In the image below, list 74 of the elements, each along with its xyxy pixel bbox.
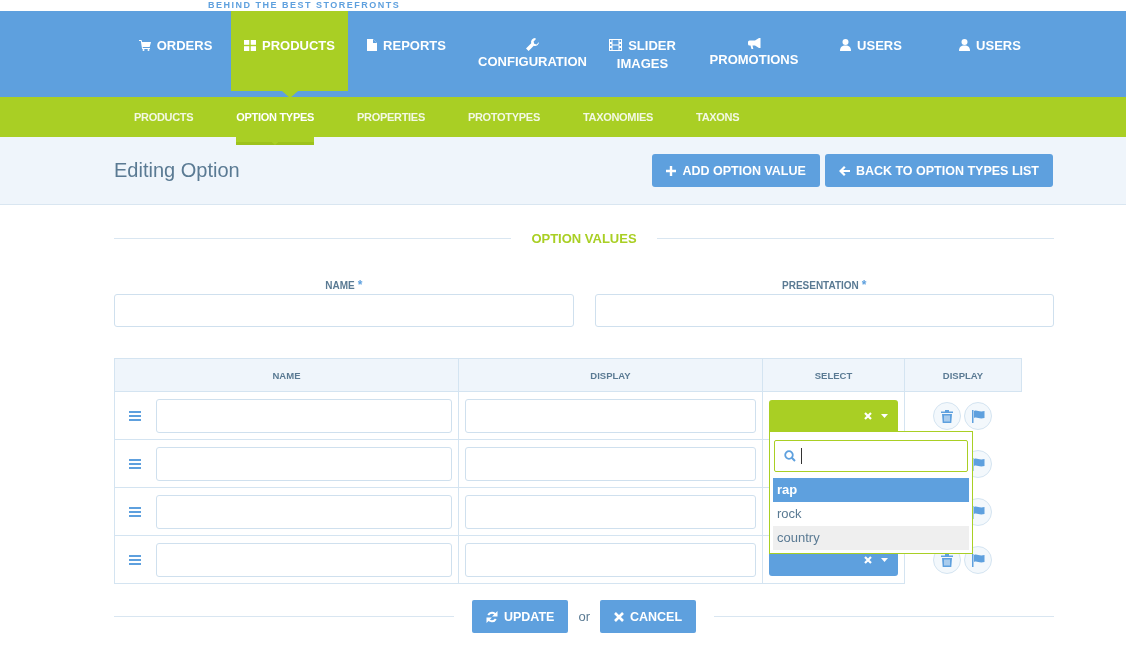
column-header: SELECT	[763, 358, 905, 392]
input-field[interactable]	[114, 294, 574, 327]
nav-tab[interactable]: USERS	[823, 11, 919, 97]
trash-icon	[941, 553, 953, 567]
clear-icon	[864, 555, 872, 564]
refresh-icon	[485, 610, 498, 623]
subnav-tab[interactable]: PRODUCTS	[134, 110, 194, 124]
file-icon	[367, 39, 378, 51]
subnav-tab[interactable]: PROTOTYPES	[467, 110, 540, 124]
dropdown-option[interactable]: rock	[773, 502, 969, 526]
nav-tab[interactable]: SLIDER IMAGES	[600, 11, 685, 97]
select-dropdown[interactable]	[769, 399, 898, 432]
field-label: NAME	[325, 280, 355, 291]
flag-icon	[971, 553, 985, 567]
drag-handle-icon[interactable]	[129, 554, 141, 565]
trash-icon	[941, 409, 953, 423]
arrow-left-icon	[838, 165, 850, 176]
user-icon	[959, 39, 971, 51]
input-field[interactable]	[594, 294, 1054, 327]
search-field[interactable]	[774, 440, 968, 472]
dropdown-option[interactable]: rap	[773, 478, 969, 502]
column-header: DISPLAY	[459, 358, 763, 392]
tagline: BEHIND THE BEST STOREFRONTS	[208, 1, 401, 10]
close-icon	[613, 611, 624, 622]
subnav-tab[interactable]: TAXONOMIES	[582, 110, 654, 124]
input-field[interactable]	[156, 398, 452, 433]
plus-icon	[666, 165, 677, 176]
user-icon	[840, 39, 852, 51]
separator-text: or	[578, 609, 590, 624]
header-button[interactable]: BACK TO OPTION TYPES LIST	[824, 154, 1053, 187]
caret-icon	[881, 557, 888, 562]
header-button[interactable]: ADD OPTION VALUE	[652, 154, 820, 187]
field-label: PRESENTATION	[782, 280, 859, 291]
form-button[interactable]: CANCEL	[599, 600, 697, 633]
input-field[interactable]	[465, 494, 756, 529]
form-button[interactable]: UPDATE	[471, 600, 569, 633]
nav-tab[interactable]: CONFIGURATION	[465, 11, 600, 97]
input-field[interactable]	[465, 542, 756, 577]
nav-tab[interactable]: REPORTS	[348, 11, 465, 97]
grid-icon	[244, 40, 256, 51]
subnav-tab[interactable]: OPTION TYPES	[236, 110, 315, 124]
input-field[interactable]	[156, 494, 452, 529]
film-icon	[609, 39, 623, 51]
nav-tab[interactable]: USERS	[919, 11, 1061, 97]
input-field[interactable]	[156, 542, 452, 577]
column-header: NAME	[114, 358, 459, 392]
flag-button[interactable]	[964, 402, 992, 430]
section-title: OPTION VALUES	[531, 230, 637, 246]
cart-icon	[138, 40, 151, 51]
drag-handle-icon[interactable]	[129, 458, 141, 469]
flag-button[interactable]	[964, 546, 992, 574]
column-header: DISPLAY	[905, 358, 1022, 392]
required-mark: *	[861, 278, 867, 292]
flag-icon	[971, 457, 985, 471]
dropdown-option[interactable]: country	[773, 526, 969, 550]
flag-icon	[971, 505, 985, 519]
nav-tab[interactable]: ORDERS	[120, 11, 231, 97]
delete-button[interactable]	[933, 402, 961, 430]
flag-icon	[971, 409, 985, 423]
page-title: Editing Option	[114, 159, 240, 182]
nav-tab[interactable]: PROMOTIONS	[685, 11, 823, 97]
input-field[interactable]	[465, 446, 756, 481]
drag-handle-icon[interactable]	[129, 506, 141, 517]
drag-handle-icon[interactable]	[129, 410, 141, 421]
search-icon	[784, 450, 796, 462]
wrench-icon	[526, 38, 539, 51]
input-field[interactable]	[156, 446, 452, 481]
clear-icon	[864, 411, 872, 420]
caret-icon	[881, 413, 888, 418]
subnav-tab[interactable]: PROPERTIES	[357, 110, 425, 124]
required-mark: *	[357, 278, 363, 292]
input-field[interactable]	[465, 398, 756, 433]
megaphone-icon	[747, 38, 761, 49]
subnav-tab[interactable]: TAXONS	[696, 110, 740, 124]
